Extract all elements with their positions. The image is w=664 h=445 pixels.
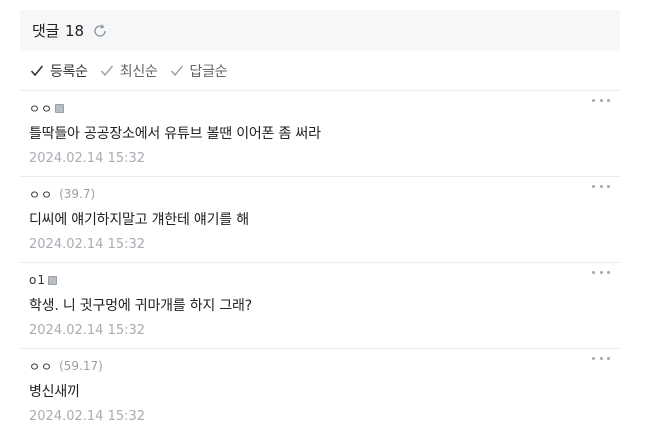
comment-nickname[interactable]: o1 [29, 273, 46, 287]
comment-author: o1 [29, 271, 620, 289]
comment-item: ㅇㅇ (39.7) 디씨에 얘기하지말고 걔한테 얘기를 해 2024.02.1… [20, 177, 620, 263]
comment-text: 병신새끼 [29, 384, 80, 400]
check-icon [170, 65, 183, 76]
comment-ip-score: (59.17) [59, 359, 103, 373]
comment-item: o1 학생. 니 귓구멍에 귀마개를 하지 그래? 2024.02.14 15:… [20, 263, 620, 349]
comment-item: ㅇㅇ 틀딱들아 공공장소에서 유튜브 볼땐 이어폰 좀 써라 2024.02.1… [20, 91, 620, 177]
refresh-icon[interactable] [92, 23, 108, 39]
sort-option-label: 등록순 [50, 63, 88, 80]
member-icon [55, 103, 65, 113]
comments-title: 댓글 [32, 22, 60, 40]
member-icon [47, 275, 57, 285]
comments-header: 댓글 18 [20, 10, 620, 51]
sort-option-registered[interactable]: 등록순 [30, 61, 88, 81]
sort-option-label: 최신순 [119, 63, 158, 80]
comment-author: ㅇㅇ (59.17) [29, 357, 620, 375]
comment-author: ㅇㅇ [29, 99, 620, 117]
sort-option-label: 답글순 [189, 63, 228, 80]
comment-item: ㅇㅇ (59.17) 병신새끼 2024.02.14 15:32 [20, 349, 620, 435]
comment-nickname[interactable]: ㅇㅇ [29, 100, 53, 117]
comment-nickname[interactable]: ㅇㅇ [29, 358, 53, 375]
more-dots-icon[interactable] [592, 271, 610, 277]
comment-ip-score: (39.7) [59, 187, 96, 201]
sort-option-latest[interactable]: 최신순 [100, 61, 158, 81]
check-icon [30, 64, 44, 76]
sort-bar: 등록순 최신순 답글순 [20, 51, 620, 91]
comment-date: 2024.02.14 15:32 [29, 409, 146, 424]
comment-author: ㅇㅇ (39.7) [29, 185, 620, 203]
check-icon [100, 65, 113, 76]
comment-date: 2024.02.14 15:32 [29, 323, 146, 338]
comment-nickname[interactable]: ㅇㅇ [29, 186, 53, 203]
more-dots-icon[interactable] [592, 357, 610, 363]
comment-text: 틀딱들아 공공장소에서 유튜브 볼땐 이어폰 좀 써라 [29, 126, 321, 142]
comment-text: 학생. 니 귓구멍에 귀마개를 하지 그래? [29, 298, 252, 314]
more-dots-icon[interactable] [592, 99, 610, 105]
comment-date: 2024.02.14 15:32 [29, 237, 146, 252]
comments-count: 18 [65, 21, 85, 40]
more-dots-icon[interactable] [592, 185, 610, 191]
comments-panel: 댓글 18 등록순 최신순 답글순 ㅇㅇ 틀딱들아 공공장소에서 유튜브 볼땐 … [20, 10, 620, 445]
sort-option-replies[interactable]: 답글순 [170, 61, 228, 81]
comment-date: 2024.02.14 15:32 [29, 151, 146, 166]
comment-text: 디씨에 얘기하지말고 걔한테 얘기를 해 [29, 212, 249, 228]
